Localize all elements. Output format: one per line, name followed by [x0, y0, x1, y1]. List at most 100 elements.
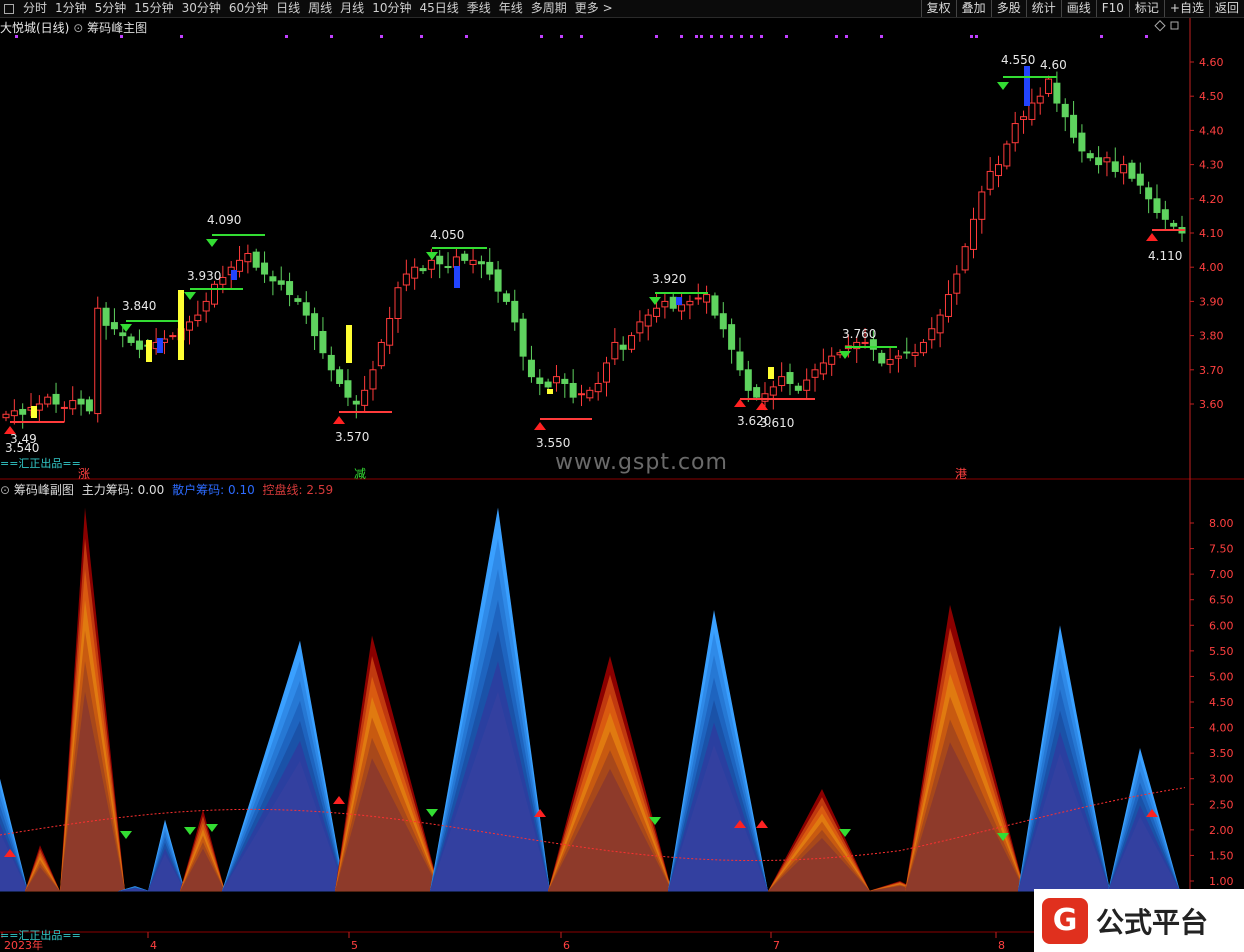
candle-body: [402, 273, 410, 286]
candle-body: [794, 385, 802, 391]
signal-dot: [975, 35, 978, 38]
control-line-value: 控盘线: 2.59: [262, 483, 334, 497]
signal-dot: [750, 35, 753, 38]
candle-body: [1103, 157, 1111, 163]
add-watchlist-button[interactable]: +自选: [1163, 0, 1209, 17]
period-tab[interactable]: 45日线: [415, 0, 462, 17]
multi-stock-button[interactable]: 多股: [990, 0, 1026, 17]
period-tab[interactable]: 60分钟: [225, 0, 272, 17]
collapse-icon[interactable]: ⊙: [73, 21, 83, 35]
candle-body: [969, 218, 977, 250]
candle-body: [678, 304, 686, 312]
signal-dots: [15, 35, 1148, 38]
logo-text: 公式平台: [1096, 905, 1209, 939]
sub-indicator-name[interactable]: 筹码峰副图: [14, 483, 74, 497]
value-tick-label: 1.00: [1209, 875, 1234, 888]
draw-line-button[interactable]: 画线: [1060, 0, 1096, 17]
period-tab[interactable]: 10分钟: [368, 0, 415, 17]
f10-button[interactable]: F10: [1095, 0, 1129, 17]
candle-body: [944, 294, 952, 317]
watermark: www.gspt.com: [555, 450, 728, 475]
date-tick-label: 4: [150, 939, 157, 952]
main-candlestick-chart[interactable]: 4.60 4.50 4.40 4.30 4.20 4.10 4.00 3.90 3.80 3.70…: [0, 18, 1244, 480]
candle-body: [577, 393, 585, 396]
candle-body: [903, 351, 911, 354]
period-tab[interactable]: 5分钟: [91, 0, 131, 17]
candle-body: [502, 293, 510, 302]
more-periods-button[interactable]: 更多 >: [571, 0, 617, 17]
signal-dot: [710, 35, 713, 38]
price-tick-label: 3.80: [1199, 330, 1224, 343]
price-annotation: 3.840: [122, 299, 156, 313]
candle-body: [1095, 157, 1103, 166]
sell-triangle: [426, 809, 438, 817]
candle-body: [411, 266, 419, 279]
signal-dot: [580, 35, 583, 38]
candle-body: [244, 253, 252, 263]
period-tab[interactable]: 季线: [463, 0, 495, 17]
period-tab[interactable]: 年线: [495, 0, 527, 17]
candle-body: [661, 300, 669, 308]
price-tick-label: 3.70: [1199, 364, 1224, 377]
sell-triangle: [426, 252, 438, 260]
signal-dot: [730, 35, 733, 38]
overlay-button[interactable]: 叠加: [955, 0, 991, 17]
collapse-icon[interactable]: ⊙: [0, 483, 10, 497]
value-tick-label: 1.50: [1209, 849, 1234, 862]
candle-body: [286, 281, 294, 296]
value-tick-label: 3.50: [1209, 747, 1234, 760]
sub-chart-title: ⊙ 筹码峰副图 主力筹码: 0.00 散户筹码: 0.10 控盘线: 2.59: [0, 481, 333, 498]
mark-button[interactable]: 标记: [1128, 0, 1164, 17]
candle-body: [377, 341, 385, 367]
period-tab[interactable]: 30分钟: [178, 0, 225, 17]
period-tab[interactable]: 15分钟: [130, 0, 177, 17]
value-tick-label: 2.00: [1209, 824, 1234, 837]
candle-body: [1045, 78, 1053, 94]
candle-body: [1003, 143, 1011, 167]
candle-body: [77, 398, 85, 405]
date-tick-label: 7: [773, 939, 780, 952]
value-tick-label: 7.00: [1209, 568, 1234, 581]
indicator-name[interactable]: 筹码峰主图: [87, 21, 147, 35]
candle-body: [894, 355, 902, 359]
value-tick-label: 6.50: [1209, 594, 1234, 607]
candle-body: [611, 341, 619, 360]
candle-body: [35, 403, 43, 411]
sell-triangle: [649, 297, 661, 305]
sell-triangle: [120, 831, 132, 839]
period-tab[interactable]: 分时: [19, 0, 51, 17]
value-tick-label: 5.00: [1209, 670, 1234, 683]
period-tab[interactable]: 周线: [304, 0, 336, 17]
candle-body: [452, 256, 460, 268]
candle-body: [619, 344, 627, 350]
price-tick-label: 4.40: [1199, 124, 1224, 137]
candle-body: [436, 255, 444, 265]
signal-dot: [420, 35, 423, 38]
signal-dot: [695, 35, 698, 38]
chip-peak-sub-chart[interactable]: 8.00 7.50 7.00 6.50 6.00 5.50 5.00 4.50 4.00 3.50…: [0, 480, 1244, 952]
candle-body: [694, 297, 702, 300]
period-tab-daily[interactable]: 日线: [272, 0, 304, 17]
adjust-button[interactable]: 复权: [920, 0, 956, 17]
candle-body: [394, 287, 402, 320]
back-button[interactable]: 返回: [1208, 0, 1244, 17]
candle-body: [861, 341, 869, 344]
candle-body: [636, 321, 644, 334]
statistics-button[interactable]: 统计: [1025, 0, 1061, 17]
candles: [2, 66, 1186, 429]
period-tab[interactable]: 月线: [336, 0, 368, 17]
value-tick-label: 3.00: [1209, 773, 1234, 786]
candle-body: [519, 318, 527, 357]
candle-body: [803, 379, 811, 391]
period-tab[interactable]: 多周期: [527, 0, 571, 17]
candle-body: [736, 351, 744, 371]
candle-body: [586, 389, 594, 399]
signal-dot: [785, 35, 788, 38]
candle-body: [252, 251, 260, 268]
price-annotation: 3.550: [536, 436, 570, 450]
price-tick-label: 4.10: [1199, 227, 1224, 240]
candle-body: [277, 280, 285, 285]
menu-square-icon[interactable]: [4, 3, 14, 14]
period-tab[interactable]: 1分钟: [51, 0, 91, 17]
candle-body: [669, 296, 677, 309]
